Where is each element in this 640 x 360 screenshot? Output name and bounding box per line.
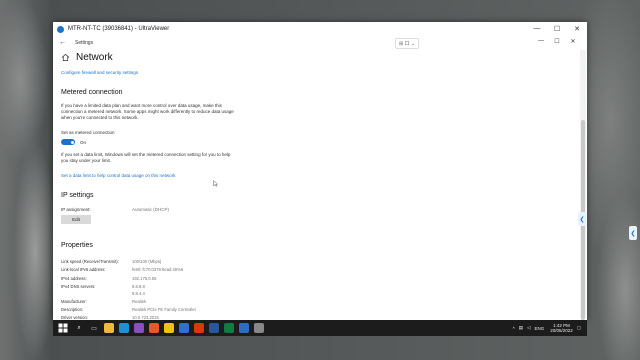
settings-taskbar-icon[interactable] <box>254 323 264 333</box>
property-row: Link speed (Receive/Transmit): 100/100 (M… <box>61 259 162 264</box>
ultraviewer-titlebar: MTR-NT-TC (39036841) - UltraViewer — ☐ ✕ <box>53 22 587 36</box>
system-tray: ^ ▤ ◁ ENG 1:42 PM 20/05/2022 ▢ <box>509 323 587 333</box>
edit-ip-button[interactable]: Edit <box>61 215 91 224</box>
remote-toolbar[interactable]: ⊞ 口 ⌄ <box>395 38 420 49</box>
powerpoint-icon[interactable] <box>194 323 204 333</box>
windows-start-icon[interactable] <box>58 323 68 333</box>
edge-icon[interactable] <box>119 323 129 333</box>
settings-minimize-button[interactable]: — <box>533 38 549 45</box>
ip-assignment-label: IP assignment: <box>61 207 91 212</box>
word-icon[interactable] <box>209 323 219 333</box>
property-row: IPv4 DNS servers: 8.8.8.8 <box>61 284 145 289</box>
edge-alt-icon[interactable] <box>179 323 189 333</box>
property-row: Description: Realtek PCIe FE Family Contr… <box>61 307 196 312</box>
ip-settings-heading: IP settings <box>61 192 94 199</box>
volume-icon[interactable]: ◁ <box>527 325 530 331</box>
back-arrow-icon[interactable]: ← <box>59 39 66 46</box>
close-button[interactable]: ✕ <box>567 25 587 33</box>
excel-icon[interactable] <box>224 323 234 333</box>
metered-description: If you have a limited data plan and want… <box>61 103 234 120</box>
teams-icon[interactable] <box>134 323 144 333</box>
data-limit-link[interactable]: Set a data limit to help control data us… <box>61 173 175 178</box>
office-icon[interactable] <box>149 323 159 333</box>
windows-taskbar: ⌕ ▭ ^ ▤ ◁ ENG 1:42 PM 20/05/2022 ▢ <box>53 320 587 336</box>
property-row: IPv4 address: 192.175.0.65 <box>61 276 157 281</box>
chrome-icon[interactable] <box>164 323 174 333</box>
property-row: Manufacturer: Realtek <box>61 299 147 304</box>
clock-date: 20/05/2022 <box>550 328 573 333</box>
clock[interactable]: 1:42 PM 20/05/2022 <box>550 323 573 333</box>
metered-toggle[interactable] <box>61 139 75 145</box>
tray-overflow-icon[interactable]: ^ <box>513 326 515 331</box>
maximize-button[interactable]: ☐ <box>547 25 567 33</box>
firewall-settings-link[interactable]: Configure firewall and security settings <box>61 70 138 75</box>
window-title: MTR-NT-TC (39036841) - UltraViewer <box>68 26 170 32</box>
language-indicator[interactable]: ENG <box>534 326 544 331</box>
ultraviewer-logo-icon <box>57 25 64 33</box>
ultraviewer-side-panel-toggle[interactable]: ❮ <box>578 212 586 226</box>
minimize-button[interactable]: — <box>527 25 547 33</box>
settings-maximize-button[interactable]: ☐ <box>549 38 565 45</box>
ultraviewer-window: MTR-NT-TC (39036841) - UltraViewer — ☐ ✕… <box>53 22 587 320</box>
home-icon <box>61 53 70 62</box>
ip-assignment-value: Automatic (DHCP) <box>132 207 170 212</box>
page-header: Network <box>61 52 113 63</box>
settings-content: Network Configure firewall and security … <box>53 49 579 320</box>
properties-heading: Properties <box>61 242 93 249</box>
property-row: Link-local IPv6 address: fe80::fc70:0379:… <box>61 267 184 272</box>
notification-icon[interactable]: ▢ <box>577 325 581 331</box>
settings-title: Settings <box>75 39 94 46</box>
metered-heading: Metered connection <box>61 89 123 96</box>
metered-toggle-label: Set as metered connection <box>61 130 115 135</box>
ultraviewer-taskbar-icon[interactable] <box>239 323 249 333</box>
task-view-icon[interactable]: ▭ <box>89 323 99 333</box>
network-icon[interactable]: ▤ <box>519 325 523 331</box>
file-explorer-icon[interactable] <box>104 323 114 333</box>
mouse-cursor-icon <box>213 180 218 187</box>
metered-toggle-state: On <box>80 140 87 145</box>
chevron-left-icon[interactable]: ❮ <box>629 226 637 240</box>
settings-close-button[interactable]: ✕ <box>565 38 581 45</box>
property-row: 8.8.4.4 <box>132 291 145 296</box>
settings-titlebar: ← Settings ⊞ 口 ⌄ — ☐ ✕ <box>53 36 587 49</box>
vertical-scrollbar[interactable] <box>580 50 586 320</box>
page-title: Network <box>76 52 113 63</box>
search-icon[interactable]: ⌕ <box>74 323 84 333</box>
data-limit-note: If you set a data limit, Windows will se… <box>61 152 231 163</box>
